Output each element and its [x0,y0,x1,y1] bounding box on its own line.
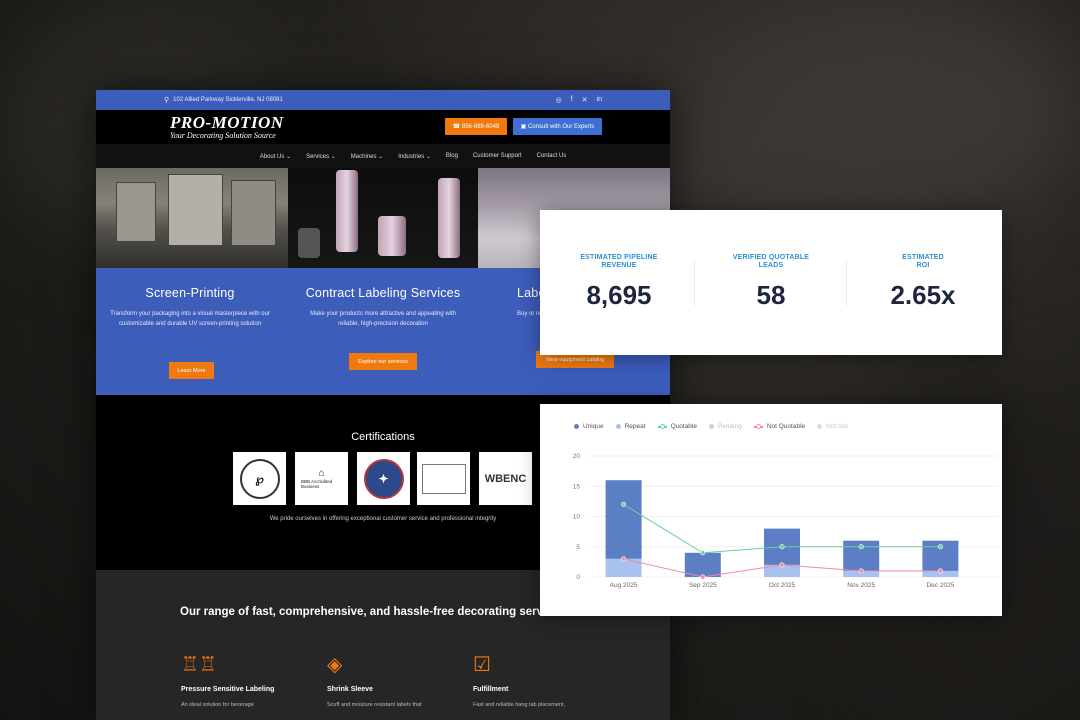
bottles-photo [288,168,478,268]
feature-desc: Fast and reliable hang tab placement, [473,702,566,708]
y-tick-label: 10 [573,514,581,521]
location-pin-icon: ⚲ [164,97,170,104]
shrink-sleeve-icon: ◈ [327,654,343,676]
nav-services[interactable]: Services ⌄ [306,153,336,160]
kpi-roi: ESTIMATED ROI 2.65x [846,254,1000,311]
kpi-quotable-leads: VERIFIED QUOTABLE LEADS 58 [694,254,848,311]
kpi-card: ESTIMATED PIPELINE REVENUE 8,695 VERIFIED… [540,210,1002,355]
kpi-value: 8,695 [586,280,652,310]
x-icon[interactable]: ✕ [582,96,588,104]
y-tick-label: 0 [576,574,580,581]
consult-button[interactable]: ▣ Consult with Our Experts [513,118,602,135]
phone-text: 856-889-6049 [461,123,500,130]
nav-blog[interactable]: Blog [446,153,458,159]
x-tick-label: Aug 2025 [610,582,638,589]
social-links: ◎ f ✕ in [556,96,602,104]
main-nav: About Us ⌄ Services ⌄ Machines ⌄ Industr… [96,144,670,168]
bbb-badge: ⌂ BBB Accredited Business [295,452,348,505]
point-quotable [779,544,785,550]
feature-title: Fulfillment [473,686,509,693]
point-not-quotable [621,556,627,562]
nav-industries[interactable]: Industries ⌄ [398,153,431,160]
wbenc-badge: WBENC [479,452,532,505]
service-screen-printing: Screen-Printing Transform your packaging… [100,286,280,329]
top-bar: ⚲ 102 Allied Parkway Sicklerville, NJ 08… [96,90,670,110]
logo-tagline: Your Decorating Solution Source [170,131,276,140]
chart-plot: 0 5 10 15 20 Aug 2025 Sep 2025 Oct 2025 Nov 2025… [573,453,998,589]
feature-pressure-sensitive: ♖♖ Pressure Sensitive Labeling An ideal … [181,652,291,709]
point-quotable [621,501,627,507]
y-tick-label: 5 [576,544,580,551]
explore-services-button[interactable]: Explore our services [349,353,417,370]
point-not-quotable [700,574,706,580]
point-quotable [937,544,943,550]
nav-support[interactable]: Customer Support [473,153,522,159]
service-desc: Transform your packaging into a visual m… [110,311,270,327]
leads-chart-card: Unique Repeat Quotable Pending Not Quota… [540,404,1002,616]
feature-title: Pressure Sensitive Labeling [181,686,275,693]
kpi-label: LEADS [758,262,784,269]
cert-badge-4 [417,452,470,505]
feature-shrink-sleeve: ◈ Shrink Sleeve Scuff and moisture resis… [327,652,437,709]
instagram-icon[interactable]: ◎ [556,96,562,104]
feature-desc: An ideal solution for beverage [181,702,254,708]
feature-title: Shrink Sleeve [327,686,373,693]
kpi-label: REVENUE [601,262,637,269]
feature-fulfillment: ☑ Fulfillment Fast and reliable hang tab… [473,652,583,709]
logo-name: PRO-MOTION [170,113,284,132]
machine-photo [96,168,288,268]
point-quotable [700,550,706,556]
service-contract-labeling: Contract Labeling Services Make your pro… [293,286,473,329]
linkedin-icon[interactable]: in [597,96,602,104]
x-tick-label: Oct 2025 [769,582,796,589]
call-button[interactable]: ☎ 856-889-6049 [445,118,507,135]
x-tick-label: Nov 2025 [847,582,875,589]
y-tick-label: 15 [573,483,581,490]
nav-machines[interactable]: Machines ⌄ [351,153,383,160]
kpi-value: 58 [756,280,786,310]
kpi-label: ESTIMATED PIPELINE [580,254,658,261]
y-tick-label: 20 [573,453,581,460]
point-not-quotable [937,568,943,574]
kpi-label: VERIFIED QUOTABLE [732,254,810,261]
x-tick-label: Sep 2025 [689,582,717,589]
learn-more-button[interactable]: Learn More [169,362,214,379]
point-quotable [858,544,864,550]
point-not-quotable [779,562,785,568]
service-desc: Make your products more attractive and a… [310,311,456,327]
service-title: Screen-Printing [145,286,235,300]
point-not-quotable [858,568,864,574]
cert-badge-1: ℘ [233,452,286,505]
kpi-pipeline-revenue: ESTIMATED PIPELINE REVENUE 8,695 [542,254,696,311]
cert-badge-3: ✦ [357,452,410,505]
service-title: Contract Labeling Services [305,286,461,300]
consult-text: Consult with Our Experts [527,123,595,130]
bar-unique [684,552,721,577]
kpi-label: ESTIMATED [902,254,944,261]
checklist-icon: ☑ [473,654,491,676]
kpi-value: 2.65x [890,280,956,310]
kpi-label: ROI [916,262,930,269]
facebook-icon[interactable]: f [571,96,573,104]
bottles-icon: ♖♖ [181,654,217,676]
bar-unique [605,480,642,559]
site-header: PRO-MOTION Your Decorating Solution Sour… [96,110,670,144]
feature-desc: Scuff and moisture resistant labels that [327,702,422,708]
logo[interactable]: PRO-MOTION Your Decorating Solution Sour… [170,114,284,140]
nav-about[interactable]: About Us ⌄ [260,153,291,160]
address-text: 102 Allied Parkway Sicklerville, NJ 0808… [173,97,283,103]
nav-contact[interactable]: Contact Us [537,153,567,159]
x-tick-label: Dec 2025 [926,582,954,589]
